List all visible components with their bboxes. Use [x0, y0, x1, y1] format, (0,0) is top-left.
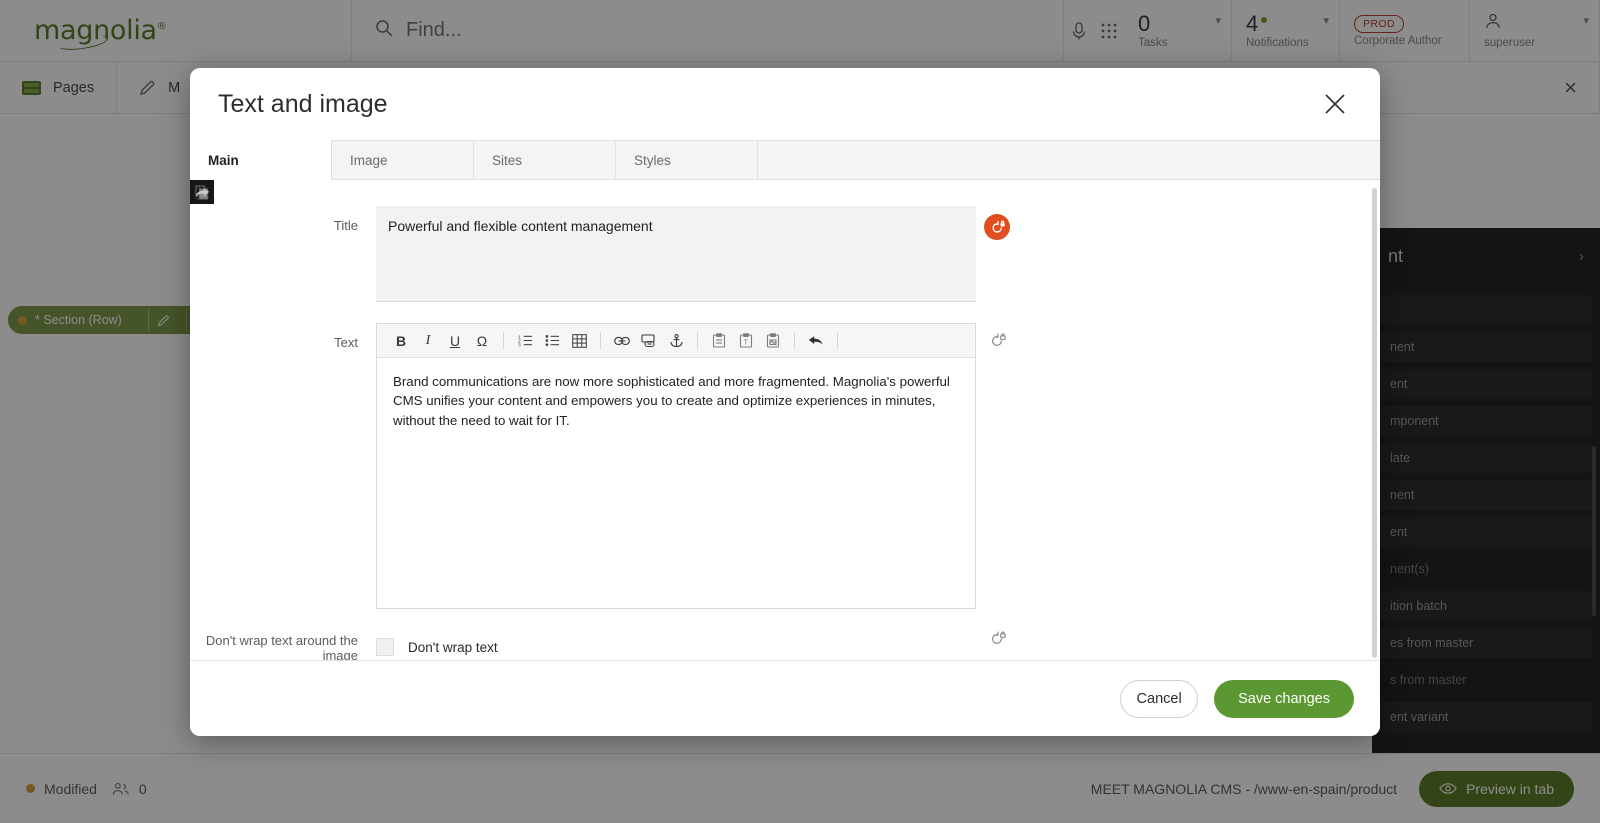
- field-title-label: Title: [190, 206, 376, 233]
- page-title: Text and image: [218, 90, 388, 119]
- cancel-button[interactable]: Cancel: [1120, 680, 1198, 718]
- field-title: Title: [190, 206, 1380, 307]
- link-icon[interactable]: [610, 329, 634, 353]
- dont-wrap-text-label: Don't wrap text: [408, 640, 498, 655]
- tab-image[interactable]: Image: [332, 140, 474, 179]
- paste-from-word-icon[interactable]: [761, 329, 785, 353]
- rte-toolbar: B I U Ω 1 2 3: [377, 324, 975, 358]
- close-icon[interactable]: [1318, 87, 1352, 121]
- tab-sites[interactable]: Sites: [474, 140, 616, 179]
- toolbar-separator: [600, 332, 601, 349]
- undo-icon[interactable]: [804, 329, 828, 353]
- dont-wrap-text-checkbox[interactable]: [376, 638, 394, 656]
- text-and-image-dialog: Text and image Main Image Sites Styles T…: [190, 68, 1380, 736]
- redo-icon: [190, 180, 214, 204]
- revert-lock-icon[interactable]: [988, 629, 1007, 653]
- toolbar-separator: [503, 332, 504, 349]
- toolbar-separator: [697, 332, 698, 349]
- underline-icon[interactable]: U: [443, 329, 467, 353]
- save-button[interactable]: Save changes: [1214, 680, 1354, 718]
- toolbar-separator: [837, 332, 838, 349]
- tab-filler: [758, 140, 1380, 179]
- tab-main[interactable]: Main: [190, 140, 332, 180]
- dialog-header: Text and image: [190, 68, 1380, 140]
- paste-icon[interactable]: [707, 329, 731, 353]
- page-link-icon[interactable]: [637, 329, 661, 353]
- dialog-body: Title: [190, 180, 1380, 660]
- field-text: Text B I U Ω: [190, 323, 1380, 609]
- title-input[interactable]: [376, 206, 976, 302]
- revert-lock-icon[interactable]: [984, 214, 1010, 240]
- svg-text:T: T: [744, 340, 749, 347]
- dialog-footer: Cancel Save changes: [190, 660, 1380, 736]
- rich-text-area[interactable]: Brand communications are now more sophis…: [377, 358, 975, 608]
- dialog-tabs: Main Image Sites Styles: [190, 140, 1380, 180]
- bold-icon[interactable]: B: [389, 329, 413, 353]
- toolbar-separator: [794, 332, 795, 349]
- paste-as-text-icon[interactable]: T: [734, 329, 758, 353]
- text-revert-wrap: [976, 323, 1018, 355]
- table-icon[interactable]: [567, 329, 591, 353]
- anchor-icon[interactable]: [664, 329, 688, 353]
- tab-styles[interactable]: Styles: [616, 140, 758, 179]
- revert-lock-icon[interactable]: [988, 331, 1007, 355]
- special-character-icon[interactable]: Ω: [470, 329, 494, 353]
- application-root: magnolia®: [0, 0, 1600, 823]
- dialog-scrollbar[interactable]: [1372, 188, 1377, 658]
- form: Title: [190, 180, 1380, 660]
- wrap-checkbox-row[interactable]: Don't wrap text: [376, 629, 976, 656]
- wrap-revert-wrap: [976, 629, 1018, 653]
- field-wrap: Don't wrap text around the image Don't w…: [190, 629, 1380, 660]
- svg-text:3: 3: [518, 342, 521, 347]
- field-text-label: Text: [190, 323, 376, 350]
- title-revert-wrap: [976, 206, 1018, 240]
- field-wrap-label: Don't wrap text around the image: [190, 629, 376, 660]
- field-title-control: [376, 206, 976, 307]
- rich-text-editor: B I U Ω 1 2 3: [376, 323, 976, 609]
- field-text-control: B I U Ω 1 2 3: [376, 323, 976, 609]
- bulleted-list-icon[interactable]: [540, 329, 564, 353]
- italic-icon[interactable]: I: [416, 329, 440, 353]
- numbered-list-icon[interactable]: 1 2 3: [513, 329, 537, 353]
- field-wrap-control: Don't wrap text: [376, 629, 976, 660]
